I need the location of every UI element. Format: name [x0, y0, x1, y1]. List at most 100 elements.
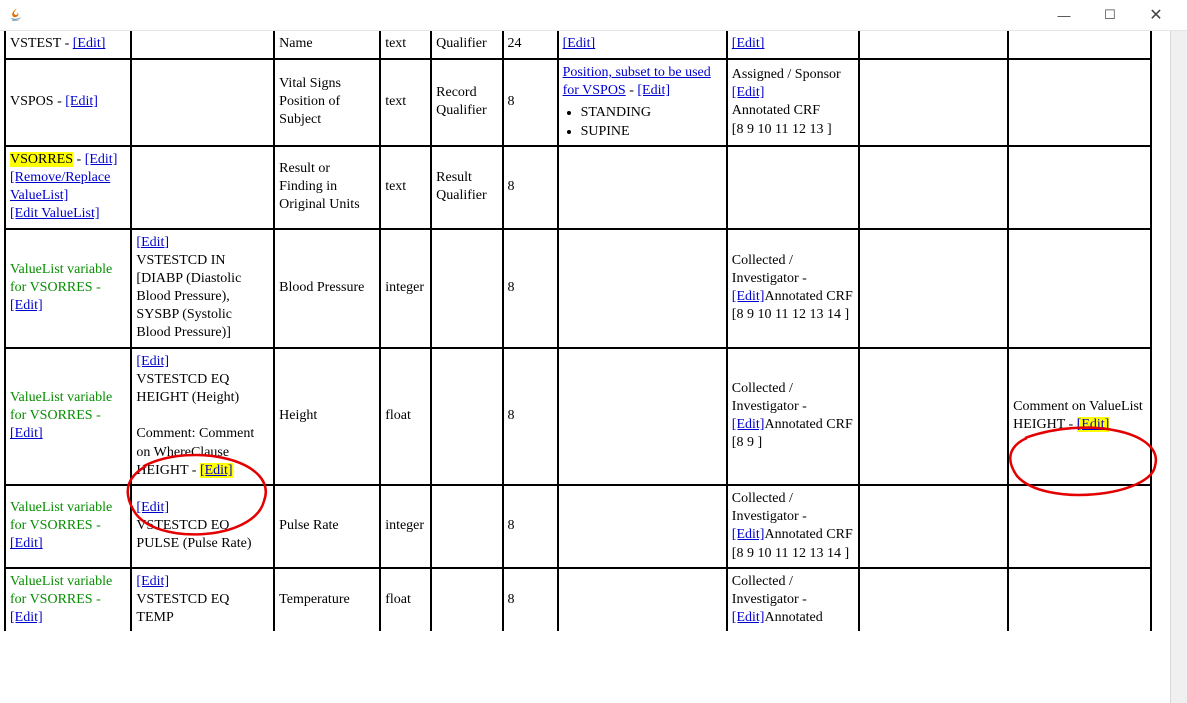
edit-link[interactable]: [Edit] — [732, 36, 765, 51]
edit-link[interactable]: [Edit] — [563, 36, 596, 51]
table-cell — [131, 31, 274, 59]
table-cell: VSORRES - [Edit] [Remove/Replace ValueLi… — [5, 146, 131, 229]
edit-link[interactable]: [Edit] — [136, 574, 169, 589]
close-button[interactable]: ✕ — [1133, 0, 1179, 30]
cell-text: Collected / Investigator - — [732, 253, 807, 286]
table-cell: text — [380, 59, 431, 146]
edit-link[interactable]: [Edit] — [732, 610, 765, 625]
cell-text: Annotated — [764, 610, 822, 625]
table-cell: Collected / Investigator - [Edit]Annotat… — [727, 229, 860, 348]
edit-link[interactable]: [Edit] — [732, 417, 765, 432]
edit-link[interactable]: [Edit] — [732, 289, 765, 304]
valuelist-label: ValueList variable for VSORRES - — [10, 574, 112, 607]
cell-text: Assigned / Sponsor — [732, 67, 841, 82]
edit-link[interactable]: [Edit] — [85, 152, 118, 167]
table-cell — [558, 568, 727, 632]
table-cell: Pulse Rate — [274, 485, 380, 568]
cell-text: Annotated CRF — [764, 289, 852, 304]
where-clause: VSTESTCD IN [DIABP (Diastolic Blood Pres… — [136, 253, 241, 341]
where-clause: VSTESTCD EQ HEIGHT (Height) — [136, 372, 239, 405]
table-cell: integer — [380, 229, 431, 348]
table-cell — [1008, 485, 1151, 568]
minimize-button[interactable]: — — [1041, 0, 1087, 30]
table-cell — [859, 31, 1008, 59]
window-controls: — ☐ ✕ — [1041, 0, 1179, 30]
remove-replace-valuelist-link[interactable]: [Remove/Replace ValueList] — [10, 170, 110, 203]
table-cell: Vital Signs Position of Subject — [274, 59, 380, 146]
cell-text: Annotated CRF — [764, 527, 852, 542]
edit-link[interactable]: [Edit] — [136, 354, 169, 369]
table-cell — [131, 146, 274, 229]
edit-link[interactable]: [Edit] — [10, 536, 43, 551]
edit-link[interactable]: [Edit] — [65, 94, 98, 109]
edit-valuelist-link[interactable]: [Edit ValueList] — [10, 206, 100, 221]
cell-text: [8 9 10 11 12 13 14 ] — [732, 307, 849, 322]
cell-text: [8 9 10 11 12 13 14 ] — [732, 546, 849, 561]
table-cell: Collected / Investigator - [Edit]Annotat… — [727, 485, 860, 568]
table-cell: 8 — [503, 229, 558, 348]
table-cell — [558, 229, 727, 348]
table-cell: [Edit] VSTESTCD EQ PULSE (Pulse Rate) — [131, 485, 274, 568]
cell-text: VSTEST - — [10, 36, 73, 51]
table-cell: ValueList variable for VSORRES - [Edit] — [5, 568, 131, 632]
edit-link[interactable]: [Edit] — [732, 527, 765, 542]
table-cell: [Edit] VSTESTCD IN [DIABP (Diastolic Blo… — [131, 229, 274, 348]
table-cell — [431, 348, 502, 485]
where-clause: VSTESTCD EQ PULSE (Pulse Rate) — [136, 518, 251, 551]
edit-link[interactable]: [Edit] — [10, 426, 43, 441]
maximize-button[interactable]: ☐ — [1087, 0, 1133, 30]
data-table: VSTEST - [Edit] Name text Qualifier 24 [… — [4, 31, 1152, 631]
table-cell: float — [380, 348, 431, 485]
table-cell: ValueList variable for VSORRES - [Edit] — [5, 348, 131, 485]
table-cell — [859, 485, 1008, 568]
table-cell: VSTEST - [Edit] — [5, 31, 131, 59]
table-cell: 8 — [503, 485, 558, 568]
table-cell: [Edit] VSTESTCD EQ HEIGHT (Height) Comme… — [131, 348, 274, 485]
vertical-scrollbar[interactable] — [1170, 31, 1187, 703]
edit-link[interactable]: [Edit] — [136, 500, 169, 515]
edit-link[interactable]: [Edit] — [732, 85, 765, 100]
table-cell — [431, 229, 502, 348]
table-cell: Temperature — [274, 568, 380, 632]
table-cell: 24 — [503, 31, 558, 59]
edit-link[interactable]: [Edit] — [200, 463, 233, 478]
table-cell — [558, 146, 727, 229]
table-cell — [558, 348, 727, 485]
table-cell — [859, 146, 1008, 229]
table-cell: Assigned / Sponsor [Edit] Annotated CRF … — [727, 59, 860, 146]
cell-text: Collected / Investigator - — [732, 574, 807, 607]
table-cell: ValueList variable for VSORRES - [Edit] — [5, 485, 131, 568]
highlighted-var: VSORRES — [10, 152, 73, 167]
table-cell — [1008, 146, 1151, 229]
table-cell: 8 — [503, 348, 558, 485]
edit-link[interactable]: [Edit] — [73, 36, 106, 51]
cell-text: Collected / Investigator - — [732, 381, 807, 414]
table-cell — [1008, 229, 1151, 348]
edit-link[interactable]: [Edit] — [1077, 417, 1110, 432]
table-cell — [727, 146, 860, 229]
where-clause: VSTESTCD EQ TEMP — [136, 592, 229, 625]
edit-link[interactable]: [Edit] — [10, 610, 43, 625]
table-cell: [Edit] — [558, 31, 727, 59]
table-cell — [431, 485, 502, 568]
table-cell — [859, 59, 1008, 146]
table-cell: Collected / Investigator - [Edit]Annotat… — [727, 568, 860, 632]
table-cell: 8 — [503, 568, 558, 632]
table-cell: Qualifier — [431, 31, 502, 59]
list-item: SUPINE — [581, 123, 722, 141]
cell-text: Annotated CRF — [732, 103, 820, 118]
table-cell: VSPOS - [Edit] — [5, 59, 131, 146]
cell-text: [8 9 10 11 12 13 ] — [732, 122, 832, 137]
edit-link[interactable]: [Edit] — [637, 83, 670, 98]
list-item: STANDING — [581, 104, 722, 122]
edit-link[interactable]: [Edit] — [136, 235, 169, 250]
table-cell — [431, 568, 502, 632]
table-cell: float — [380, 568, 431, 632]
table-cell: Position, subset to be used for VSPOS - … — [558, 59, 727, 146]
table-cell — [1008, 568, 1151, 632]
table-cell: Blood Pressure — [274, 229, 380, 348]
cell-text: VSPOS - — [10, 94, 65, 109]
edit-link[interactable]: [Edit] — [10, 298, 43, 313]
cell-text: Collected / Investigator - — [732, 491, 807, 524]
table-cell — [859, 568, 1008, 632]
